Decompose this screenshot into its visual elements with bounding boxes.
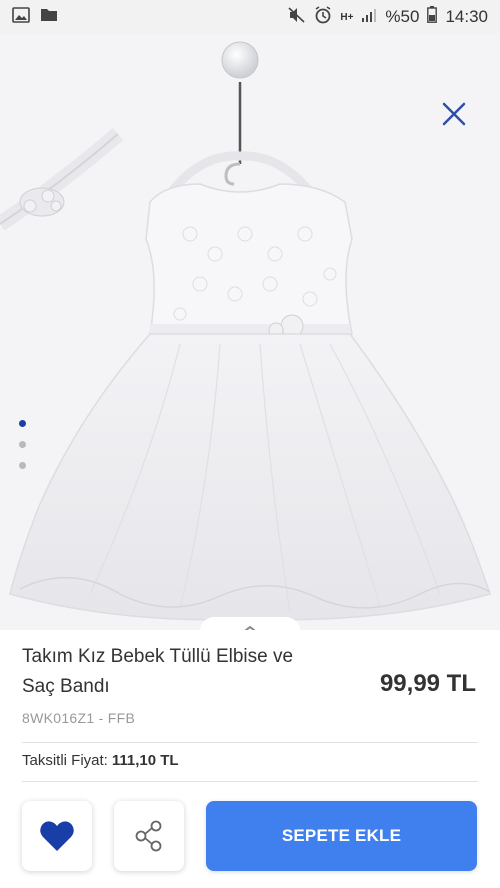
- product-image-gallery[interactable]: [0, 34, 500, 630]
- gallery-dot-3[interactable]: [19, 462, 26, 469]
- installment-price: 111,10 TL: [111, 752, 179, 769]
- battery-percentage: %50: [385, 7, 420, 26]
- close-button[interactable]: [440, 100, 468, 128]
- status-bar: H+ %50 14:30: [0, 0, 500, 34]
- product-price: 99,99 TL: [379, 670, 476, 697]
- signal-icon: [361, 7, 377, 27]
- divider: [22, 742, 478, 743]
- product-image: [0, 41, 491, 621]
- product-title: Takım Kız Bebek Tüllü Elbise ve Saç Band…: [22, 646, 294, 697]
- gallery-dot-1[interactable]: [19, 420, 26, 427]
- heart-icon: [40, 821, 74, 851]
- product-info-panel: Takım Kız Bebek Tüllü Elbise ve Saç Band…: [0, 630, 500, 888]
- installment-label: Taksitli Fiyat:: [22, 752, 108, 769]
- close-icon: [442, 102, 466, 126]
- network-type-label: H+: [340, 11, 354, 23]
- folder-notification-icon: [40, 7, 58, 27]
- installment-price-row: Taksitli Fiyat: 111,10 TL: [22, 752, 179, 769]
- favorite-button[interactable]: [22, 801, 92, 871]
- gallery-pagination: [19, 420, 26, 469]
- divider: [22, 781, 478, 782]
- mute-icon: [288, 6, 306, 28]
- gallery-dot-2[interactable]: [19, 441, 26, 448]
- battery-icon: [427, 6, 438, 28]
- share-button[interactable]: [114, 801, 184, 871]
- share-icon: [135, 820, 162, 852]
- add-to-cart-button[interactable]: SEPETE EKLE: [206, 801, 477, 871]
- clock: 14:30: [445, 7, 488, 26]
- product-sku: 8WK016Z1 - FFB: [22, 710, 136, 726]
- alarm-icon: [314, 5, 332, 29]
- gallery-notification-icon: [12, 6, 30, 28]
